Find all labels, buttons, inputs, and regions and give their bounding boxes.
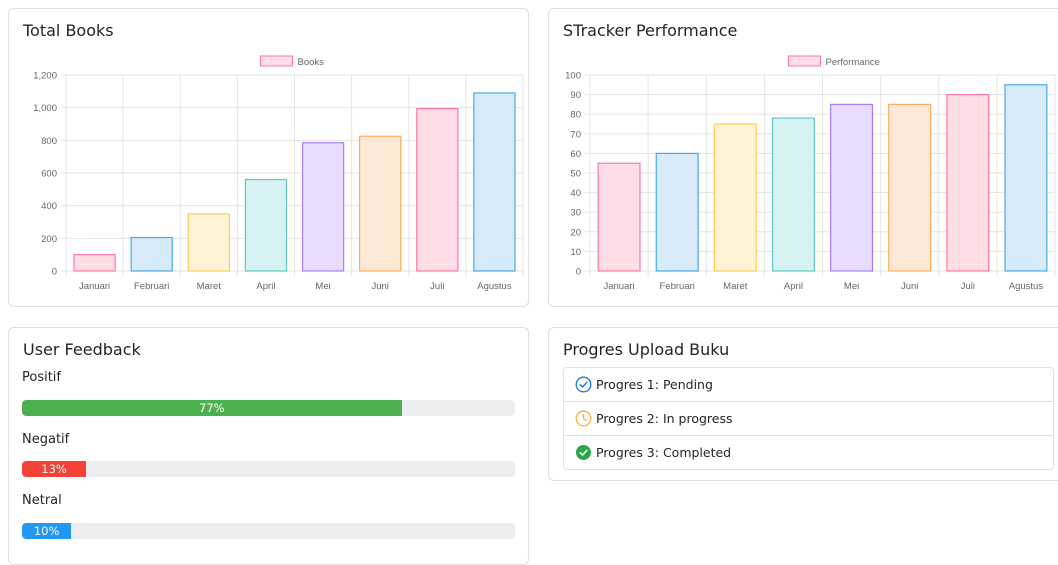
y-tick-label: 0 <box>576 267 581 278</box>
y-tick-label: 70 <box>570 129 581 140</box>
y-tick-label: 10 <box>570 247 581 258</box>
bar <box>655 152 699 272</box>
feedback-fill-positif: 77% <box>22 400 402 416</box>
upload-progress-list: Progres 1: Pending Progres 2: In progres… <box>563 367 1054 470</box>
feedback-value-positif: 77% <box>199 401 225 415</box>
x-tick-label: Agustus <box>477 281 512 292</box>
total-books-card: Total Books Books 0 200 400 600 800 1,000 1,200… <box>8 8 529 307</box>
y-tick-label: 50 <box>570 169 581 180</box>
bar <box>244 178 288 272</box>
feedback-label-netral: Netral <box>22 493 62 508</box>
list-item: Progres 3: Completed <box>564 435 1053 469</box>
feedback-label-positif: Positif <box>22 370 61 385</box>
upload-item-text: Progres 2: In progress <box>596 411 733 426</box>
user-feedback-card: User Feedback Positif 77% Negatif 13% Ne… <box>8 327 529 565</box>
bar <box>130 236 173 272</box>
x-tick-label: Juli <box>961 281 975 292</box>
y-tick-label: 100 <box>565 71 581 82</box>
x-tick-label: Agustus <box>1009 281 1044 292</box>
bar <box>187 213 230 272</box>
bar <box>946 93 990 272</box>
y-tick-label: 600 <box>41 169 57 180</box>
clock-icon <box>575 410 592 427</box>
x-tick-label: Juni <box>901 281 918 292</box>
y-tick-label: 800 <box>41 136 57 147</box>
list-item: Progres 2: In progress <box>564 401 1053 435</box>
y-tick-label: 80 <box>570 110 581 121</box>
x-tick-label: Januari <box>79 281 110 292</box>
feedback-bar-netral: 10% <box>22 523 515 539</box>
bar <box>301 142 345 272</box>
x-tick-label: Mei <box>844 281 859 292</box>
legend-swatch <box>788 55 821 67</box>
legend-label: Performance <box>826 57 880 68</box>
feedback-value-negatif: 13% <box>41 462 67 476</box>
check-circle-filled-icon <box>575 444 592 461</box>
bar <box>416 107 459 272</box>
y-tick-label: 1,200 <box>33 71 57 82</box>
x-tick-label: Mei <box>315 281 330 292</box>
feedback-bar-negatif: 13% <box>22 461 515 477</box>
bar <box>473 92 516 272</box>
x-tick-label: Februari <box>134 281 169 292</box>
upload-item-text: Progres 3: Completed <box>596 445 732 460</box>
bar <box>73 254 116 272</box>
check-circle-outline-icon <box>575 376 592 393</box>
legend-swatch <box>260 55 293 67</box>
performance-chart: Performance 0 10 20 30 40 50 60 70 80 90 100 Januari… <box>565 55 1056 292</box>
y-tick-label: 400 <box>41 201 57 212</box>
feedback-fill-netral: 10% <box>22 523 72 539</box>
list-item: Progres 1: Pending <box>564 368 1053 401</box>
x-tick-label: Januari <box>603 281 634 292</box>
x-tick-label: Juni <box>371 281 388 292</box>
bar <box>713 123 757 272</box>
y-tick-label: 40 <box>570 188 581 199</box>
y-tick-label: 200 <box>41 234 57 245</box>
upload-progress-card: Progres Upload Buku Progres 1: Pending P… <box>548 327 1058 481</box>
x-tick-label: April <box>784 281 803 292</box>
performance-card: STracker Performance Performance 0 10 20 30 4… <box>548 8 1058 307</box>
y-tick-label: 30 <box>570 208 581 219</box>
feedback-bar-positif: 77% <box>22 400 515 416</box>
upload-progress-title: Progres Upload Buku <box>563 340 730 359</box>
bar <box>830 103 874 272</box>
x-tick-label: Maret <box>723 281 748 292</box>
bar <box>771 117 815 272</box>
total-books-chart: Books 0 200 400 600 800 1,000 1,200 Januari Febru… <box>33 55 524 292</box>
user-feedback-title: User Feedback <box>23 340 141 359</box>
x-tick-label: April <box>256 281 275 292</box>
bar <box>359 135 402 272</box>
y-tick-label: 90 <box>570 90 581 101</box>
feedback-value-netral: 10% <box>33 524 60 538</box>
x-tick-label: Maret <box>197 281 222 292</box>
y-tick-label: 1,000 <box>33 103 57 114</box>
y-tick-label: 20 <box>570 227 581 238</box>
bar <box>597 162 641 272</box>
upload-item-text: Progres 1: Pending <box>596 377 713 392</box>
y-tick-label: 60 <box>570 149 581 160</box>
legend-label: Books <box>298 57 325 68</box>
x-tick-label: Februari <box>660 281 695 292</box>
y-tick-label: 0 <box>52 267 57 278</box>
bar <box>1004 84 1048 272</box>
feedback-fill-negatif: 13% <box>22 461 87 477</box>
x-tick-label: Juli <box>430 281 444 292</box>
feedback-label-negatif: Negatif <box>22 432 70 447</box>
bar <box>888 103 932 272</box>
